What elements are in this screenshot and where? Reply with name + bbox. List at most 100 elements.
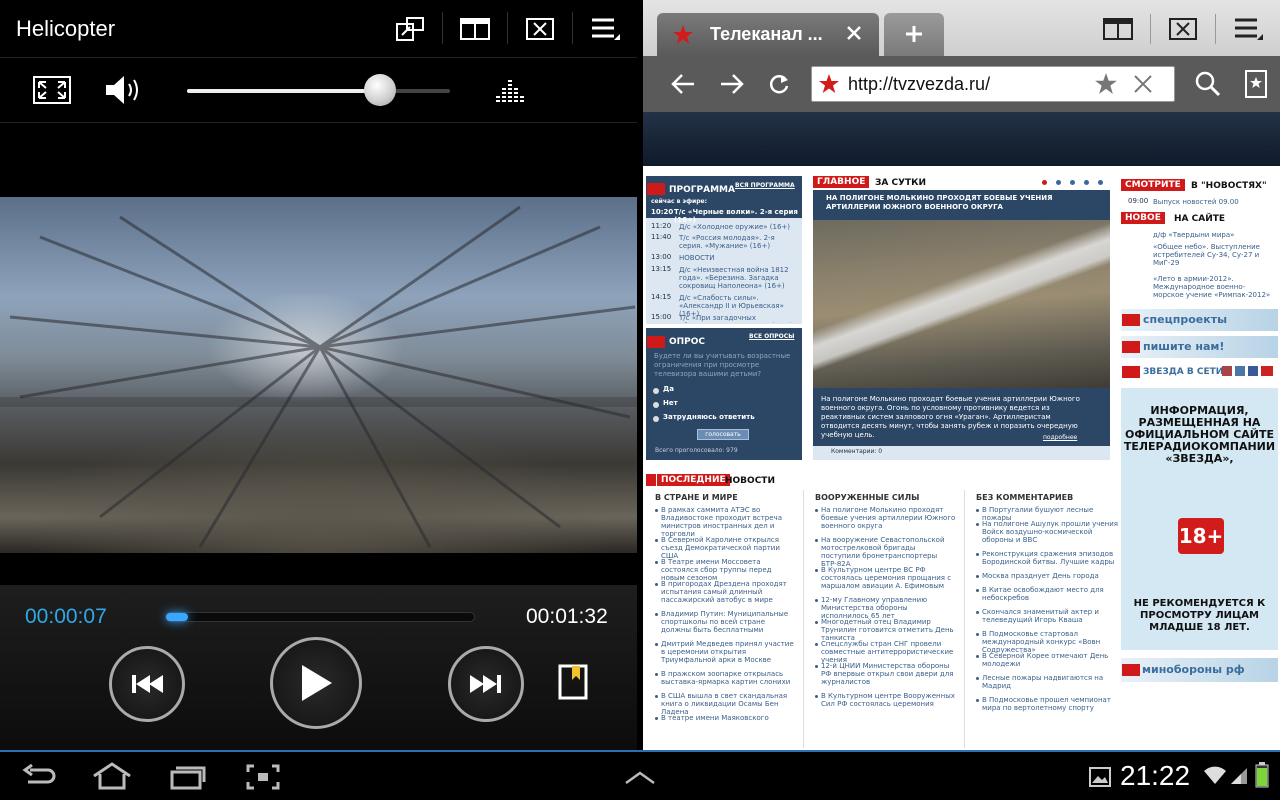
prog-title[interactable]: Т/с «Россия молодая». 2-я серия. «Мужани…: [679, 234, 797, 250]
prog-title[interactable]: НОВОСТИ: [679, 254, 797, 262]
close-icon: [1134, 75, 1152, 93]
ministry-label[interactable]: минобороны рф: [1142, 663, 1245, 676]
home-nav-button[interactable]: [92, 762, 132, 794]
url-text[interactable]: http://tvzvezda.ru/: [848, 74, 990, 95]
poll-radio[interactable]: [653, 416, 659, 422]
comments-count[interactable]: Комментарии: 0: [831, 448, 882, 455]
news-item[interactable]: В рамках саммита АТЭС во Владивостоке пр…: [661, 506, 796, 538]
seek-bar[interactable]: [165, 612, 475, 622]
play-button[interactable]: [270, 637, 362, 729]
main-news-photo[interactable]: [813, 220, 1110, 388]
more-link[interactable]: подробнее: [1043, 434, 1077, 441]
carousel-dot[interactable]: [1042, 180, 1047, 185]
news-item[interactable]: Дмитрий Медведев принял участие в церемо…: [661, 640, 796, 664]
main-headline[interactable]: НА ПОЛИГОНЕ МОЛЬКИНО ПРОХОДЯТ БОЕВЫЕ УЧЕ…: [826, 194, 1096, 212]
popup-play-icon: [396, 17, 424, 41]
carousel-dot[interactable]: [1056, 180, 1061, 185]
write-us-label[interactable]: пишите нам!: [1143, 340, 1224, 353]
news-item[interactable]: В Культурном центре ВС РФ состоялась цер…: [821, 566, 956, 590]
volume-button[interactable]: [104, 74, 144, 110]
clear-url-button[interactable]: [1133, 74, 1153, 98]
poll-option[interactable]: Да: [663, 385, 674, 393]
mini-apps-tray-button[interactable]: [624, 770, 656, 789]
fullscreen-button[interactable]: [33, 76, 71, 108]
news-item[interactable]: На вооружение Севастопольской мотострелк…: [821, 536, 956, 568]
news-item[interactable]: Многодетный отец Владимир Трунилин готов…: [821, 618, 956, 642]
news-item[interactable]: В Северной Корее отмечают День молодежи: [982, 652, 1122, 668]
prog-title[interactable]: Т/с «При загадочных обстоятельствах. Фле…: [679, 314, 797, 323]
fast-forward-button[interactable]: [448, 646, 524, 722]
vk-icon[interactable]: [1235, 366, 1245, 376]
news-item[interactable]: Москва празднует День города: [982, 572, 1122, 580]
all-program-link[interactable]: ВСЯ ПРОГРАММА: [735, 182, 795, 189]
news-item[interactable]: В Северной Каролине открылся съезд Демок…: [661, 536, 796, 560]
all-polls-link[interactable]: ВСЕ ОПРОСЫ: [749, 333, 794, 340]
new-tab-button[interactable]: [884, 13, 944, 56]
poll-option[interactable]: Нет: [663, 399, 678, 407]
new-item[interactable]: д/ф «Твердыни мира»: [1153, 231, 1275, 239]
news-item[interactable]: В театре имени Маяковского: [661, 714, 796, 722]
reload-button[interactable]: [767, 72, 791, 100]
news-item[interactable]: В Китае освобождают место для небоскребо…: [982, 586, 1122, 602]
bullet-icon: [815, 643, 818, 646]
news-item[interactable]: В США вышла в свет скандальная книга о л…: [661, 692, 796, 716]
toolbar-divider: [442, 12, 443, 44]
news-item[interactable]: В Подмосковье прошел чемпионат мира по в…: [982, 696, 1122, 712]
news-item[interactable]: В пражском зоопарке открылась выставка-я…: [661, 670, 796, 686]
prog-time: 15:00: [651, 313, 672, 321]
browser-close-window-button[interactable]: [1169, 18, 1197, 44]
close-tab-button[interactable]: [845, 24, 863, 46]
news-item[interactable]: В Культурном центре Вооруженных Сил РФ с…: [821, 692, 956, 708]
rewind-button[interactable]: [109, 646, 185, 722]
news-item[interactable]: Реконструкция сражения эпизодов Бородинс…: [982, 550, 1122, 566]
browser-split-button[interactable]: [1103, 18, 1133, 44]
new-item[interactable]: «Общее небо». Выступление истребителей С…: [1153, 243, 1275, 267]
close-window-button[interactable]: [510, 10, 570, 48]
popup-play-button[interactable]: [380, 10, 440, 48]
bullet-icon: [976, 509, 979, 512]
bookmark-star-button[interactable]: [1094, 72, 1118, 100]
carousel-dot[interactable]: [1098, 180, 1103, 185]
news-item[interactable]: На полигоне Ашулук прошли учения Войск в…: [982, 520, 1122, 544]
search-button[interactable]: [1195, 71, 1221, 101]
volume-slider-thumb[interactable]: [364, 74, 396, 106]
news-item[interactable]: В Театре имени Моссовета состоялся сбор …: [661, 558, 796, 582]
screenshot-button[interactable]: [246, 764, 280, 794]
back-button[interactable]: [670, 72, 696, 100]
poll-radio[interactable]: [653, 388, 659, 394]
equalizer-button[interactable]: [495, 76, 525, 108]
news-item[interactable]: Спецслужбы стран СНГ провели совместные …: [821, 640, 956, 664]
news-item[interactable]: В Подмосковье стартовал международный ко…: [982, 630, 1122, 654]
watch-item[interactable]: Выпуск новостей 09.00: [1153, 198, 1239, 206]
bookmarks-button[interactable]: [1245, 70, 1267, 102]
facebook-icon[interactable]: [1248, 366, 1258, 376]
news-item[interactable]: Лесные пожары надвигаются на Мадрид: [982, 674, 1122, 690]
bookmark-button[interactable]: [558, 664, 588, 704]
poll-radio[interactable]: [653, 402, 659, 408]
social-icon[interactable]: [1222, 366, 1232, 376]
prog-title[interactable]: Д/с «Холодное оружие» (16+): [679, 223, 797, 231]
news-item[interactable]: Скончался знаменитый актер и телеведущий…: [982, 608, 1122, 624]
vote-button[interactable]: голосовать: [697, 429, 749, 440]
prog-title[interactable]: Д/с «Неизвестная война 1812 года». «Бере…: [679, 266, 797, 290]
video-frame[interactable]: [0, 197, 637, 553]
forward-button[interactable]: [719, 72, 745, 100]
youtube-icon[interactable]: [1261, 366, 1273, 376]
main-tag-suffix: ЗА СУТКИ: [875, 178, 927, 188]
menu-button[interactable]: [575, 10, 635, 48]
prog-time: 11:20: [651, 222, 672, 230]
new-item[interactable]: «Лето в армии-2012». Международное военн…: [1153, 275, 1275, 299]
news-item[interactable]: 12-му Главному управлению Министерства о…: [821, 596, 956, 620]
carousel-dot[interactable]: [1084, 180, 1089, 185]
browser-menu-button[interactable]: [1233, 16, 1263, 46]
split-view-button[interactable]: [445, 10, 505, 48]
poll-option[interactable]: Затрудняюсь ответить: [663, 413, 755, 421]
news-item[interactable]: В пригородах Дрездена проходят испытания…: [661, 580, 796, 604]
news-item[interactable]: На полигоне Молькино проходят боевые уче…: [821, 506, 956, 530]
back-nav-button[interactable]: [22, 763, 56, 794]
special-projects-label[interactable]: спецпроекты: [1143, 313, 1227, 326]
news-item[interactable]: Владимир Путин: Муниципальные спортшколы…: [661, 610, 796, 634]
recent-apps-button[interactable]: [170, 764, 206, 794]
carousel-dot[interactable]: [1070, 180, 1075, 185]
news-item[interactable]: 12-й ЦНИИ Министерства обороны РФ впервы…: [821, 662, 956, 686]
